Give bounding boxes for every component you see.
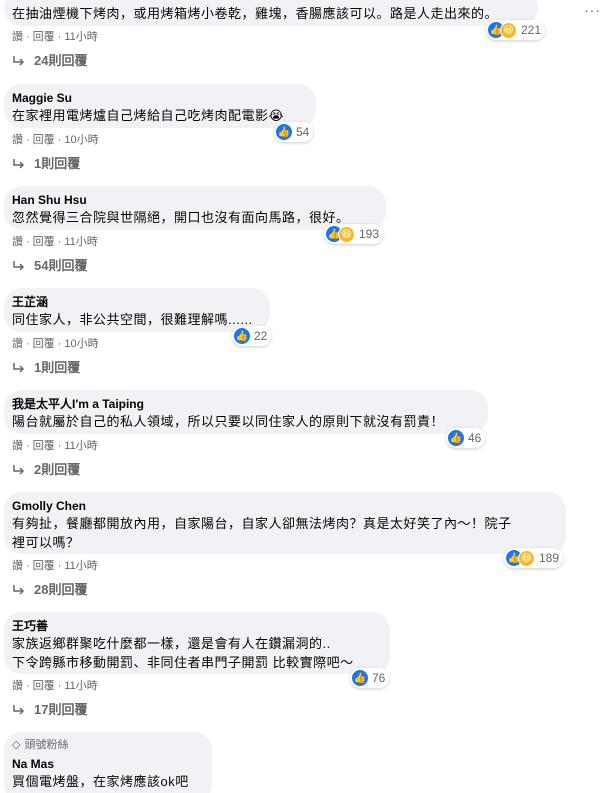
- timestamp[interactable]: 11小時: [64, 31, 97, 43]
- haha-icon: 😆: [500, 21, 517, 39]
- comment-text: 在家裡用電烤爐自己烤給自己吃烤肉配電影😭: [12, 108, 285, 123]
- reaction-summary[interactable]: 👍 54: [274, 122, 314, 142]
- reply-link[interactable]: 回覆: [33, 338, 55, 350]
- comment-bubble: 在抽油煙機下烤肉，或用烤箱烤小卷乾，雞塊，香腸應該可以。路是人走出來的。: [4, 0, 538, 26]
- view-replies[interactable]: 24則回覆: [12, 53, 87, 69]
- like-link[interactable]: 讚: [12, 134, 23, 146]
- comment-text-line: 下令跨縣市移動開罰、非同住者串門子開罰 比較實際吧～: [12, 655, 354, 670]
- comment-text: 忽然覺得三合院與世隔絕，開口也沒有面向馬路，很好。: [12, 210, 350, 225]
- reply-arrow-icon: [13, 363, 25, 373]
- haha-icon: 😆: [518, 549, 535, 567]
- reply-arrow-icon: [13, 159, 25, 169]
- reply-link[interactable]: 回覆: [33, 236, 55, 248]
- like-link[interactable]: 讚: [12, 560, 23, 572]
- view-replies[interactable]: 54則回覆: [12, 258, 87, 274]
- replies-count: 28則回覆: [34, 582, 88, 597]
- like-icon: 👍: [276, 124, 292, 140]
- like-icon: 👍: [234, 328, 250, 344]
- reaction-count: 76: [372, 671, 386, 685]
- comment-actions: 讚 · 回覆 · 11小時: [12, 440, 98, 452]
- reaction-count: 54: [296, 125, 310, 139]
- comment-bubble: 我是太平人I'm a Taiping 陽台就屬於自己的私人領域，所以只要以同住家…: [4, 390, 488, 434]
- replies-count: 24則回覆: [34, 53, 88, 68]
- replies-count: 1則回覆: [34, 156, 81, 171]
- badge-label: 頭號粉絲: [24, 739, 69, 751]
- comment-author[interactable]: 王巧善: [12, 618, 378, 634]
- comment-text: 陽台就屬於自己的私人領域，所以只要以同住家人的原則下就沒有罰責！: [12, 414, 445, 429]
- view-replies[interactable]: 2則回覆: [12, 462, 80, 478]
- reaction-count: 221: [521, 23, 542, 37]
- more-options-icon[interactable]: ···: [584, 2, 600, 18]
- comment-author[interactable]: 我是太平人I'm a Taiping: [12, 396, 476, 412]
- reply-link[interactable]: 回覆: [33, 134, 55, 146]
- comment-text: 在抽油煙機下烤肉，或用烤箱烤小卷乾，雞塊，香腸應該可以。路是人走出來的。: [12, 6, 499, 21]
- reaction-summary[interactable]: 👍 😆 189: [504, 548, 564, 568]
- reaction-count: 193: [359, 227, 380, 241]
- timestamp[interactable]: 10小時: [64, 338, 98, 350]
- reply-link[interactable]: 回覆: [33, 560, 55, 572]
- comment-actions: 讚 · 回覆 · 10小時: [12, 338, 99, 350]
- comment-bubble: 王芷涵 同住家人，非公共空間，很難理解嗎......: [4, 288, 270, 332]
- view-replies[interactable]: 28則回覆: [12, 582, 87, 598]
- view-replies[interactable]: 17則回覆: [12, 702, 87, 718]
- comment-bubble: Maggie Su 在家裡用電烤爐自己烤給自己吃烤肉配電影😭: [4, 84, 316, 128]
- reply-arrow-icon: [13, 585, 25, 595]
- reaction-count: 22: [254, 329, 268, 343]
- timestamp[interactable]: 11小時: [64, 560, 97, 572]
- reaction-summary[interactable]: 👍 22: [232, 326, 272, 346]
- comment-author[interactable]: Han Shu Hsu: [12, 192, 374, 208]
- reply-link[interactable]: 回覆: [33, 680, 55, 692]
- comment-author[interactable]: 王芷涵: [12, 294, 258, 310]
- comment-text-line: 有夠扯，餐廳都開放內用，自家陽台，自家人卻無法烤肉？真是太好笑了內～！院子: [12, 516, 512, 531]
- reaction-summary[interactable]: 👍 😆 193: [324, 224, 384, 244]
- reaction-summary[interactable]: 👍 76: [350, 668, 390, 688]
- replies-count: 2則回覆: [34, 462, 81, 477]
- comment-author[interactable]: Na Mas: [12, 756, 200, 772]
- replies-count: 54則回覆: [34, 258, 88, 273]
- reply-arrow-icon: [13, 705, 25, 715]
- comment-bubble: Han Shu Hsu 忽然覺得三合院與世隔絕，開口也沒有面向馬路，很好。: [4, 186, 386, 230]
- reply-arrow-icon: [13, 465, 25, 475]
- comment-author[interactable]: Gmolly Chen: [12, 498, 554, 514]
- reaction-count: 46: [468, 431, 482, 445]
- comment-actions: 讚 · 回覆 · 11小時: [12, 236, 98, 248]
- replies-count: 1則回覆: [34, 360, 81, 375]
- reply-arrow-icon: [13, 56, 25, 66]
- reply-link[interactable]: 回覆: [33, 440, 55, 452]
- comment-bubble: Gmolly Chen 有夠扯，餐廳都開放內用，自家陽台，自家人卻無法烤肉？真是…: [4, 492, 566, 554]
- comment-text-line: 家族返鄉群聚吃什麼都一樣，還是會有人在鑽漏洞的..: [12, 636, 331, 651]
- haha-icon: 😆: [338, 225, 355, 243]
- like-link[interactable]: 讚: [12, 440, 23, 452]
- like-link[interactable]: 讚: [12, 31, 23, 43]
- like-link[interactable]: 讚: [12, 338, 23, 350]
- timestamp[interactable]: 11小時: [64, 236, 97, 248]
- comment-bubble: 王巧善 家族返鄉群聚吃什麼都一樣，還是會有人在鑽漏洞的.. 下令跨縣市移動開罰、…: [4, 612, 390, 674]
- replies-count: 17則回覆: [34, 702, 88, 717]
- timestamp[interactable]: 11小時: [64, 680, 97, 692]
- comment-actions: 讚 · 回覆 · 10小時: [12, 134, 99, 146]
- comment-bubble: ◇ 頭號粉絲 Na Mas 買個電烤盤，在家烤應該ok吧: [4, 732, 212, 793]
- comment-text-line: 裡可以嗎？: [12, 535, 80, 550]
- timestamp[interactable]: 11小時: [64, 440, 97, 452]
- timestamp[interactable]: 10小時: [64, 134, 98, 146]
- reply-arrow-icon: [13, 261, 25, 271]
- comment-author[interactable]: Maggie Su: [12, 90, 304, 106]
- diamond-icon: ◇: [12, 739, 21, 751]
- reaction-count: 189: [539, 551, 560, 565]
- reply-link[interactable]: 回覆: [33, 31, 55, 43]
- like-link[interactable]: 讚: [12, 680, 23, 692]
- view-replies[interactable]: 1則回覆: [12, 360, 80, 376]
- view-replies[interactable]: 1則回覆: [12, 156, 80, 172]
- fan-badge[interactable]: ◇ 頭號粉絲: [12, 738, 200, 752]
- like-icon: 👍: [448, 430, 464, 446]
- reaction-summary[interactable]: 👍 😆 221: [486, 20, 546, 40]
- comment-actions: 讚 · 回覆 · 11小時: [12, 680, 98, 692]
- like-link[interactable]: 讚: [12, 236, 23, 248]
- comment-actions: 讚 · 回覆 · 11小時: [12, 560, 98, 572]
- comment-text: 同住家人，非公共空間，很難理解嗎......: [12, 312, 253, 327]
- comment-actions: 讚 · 回覆 · 11小時: [12, 31, 98, 43]
- reaction-summary[interactable]: 👍 46: [446, 428, 486, 448]
- comment-text: 買個電烤盤，在家烤應該ok吧: [12, 774, 189, 789]
- like-icon: 👍: [352, 670, 368, 686]
